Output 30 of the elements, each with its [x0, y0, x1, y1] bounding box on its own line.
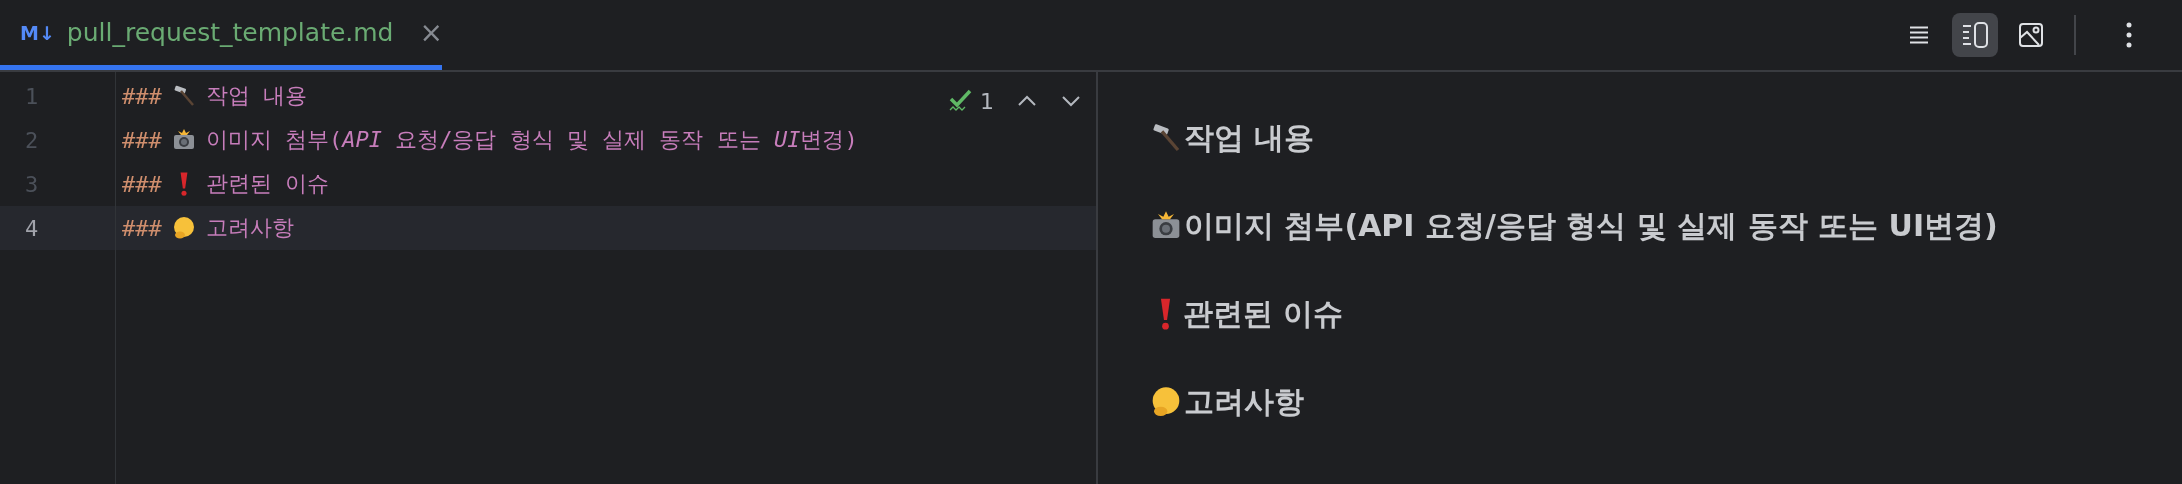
emoji-icon [171, 216, 196, 240]
exclamation-icon [179, 172, 188, 196]
preview-heading: 고려사항 [1184, 382, 1304, 421]
heading-text: 작업 내용 [205, 82, 307, 110]
heading-marker: ### [122, 83, 162, 109]
exclamation-icon [1160, 298, 1171, 330]
heading-marker: ### [122, 127, 162, 153]
emoji-icon [1150, 386, 1182, 418]
tab-title: pull_request_template.md [66, 18, 394, 47]
inspection-count: 1 [980, 88, 994, 114]
file-tab[interactable]: M↓ pull_request_template.md × [0, 0, 442, 70]
more-icon [2126, 22, 2132, 48]
heading-text: 관련된 이슈 [205, 170, 329, 198]
heading-text: 고려사항 [205, 214, 294, 242]
inspection-status[interactable]: 1 [948, 88, 994, 114]
heading-marker: ### [122, 215, 162, 241]
preview-heading: 관련된 이슈 [1183, 294, 1344, 333]
camera-icon [171, 128, 196, 152]
heading-marker: ### [122, 171, 162, 197]
split-view-button[interactable] [1952, 13, 1998, 57]
preview-heading: 이미지 첨부(API 요청/응답 형식 및 실제 동작 또는 UI변경) [1184, 206, 1998, 245]
image-icon [2019, 23, 2043, 47]
close-button[interactable]: × [419, 16, 443, 49]
line-number: 4 [25, 215, 39, 241]
heading-text: 이미지 첨부(API 요청/응답 형식 및 실제 동작 또는 UI변경) [205, 126, 858, 154]
lines-icon [1909, 26, 1929, 44]
markdown-label: M↓ [20, 21, 55, 44]
split-view-icon [1962, 22, 1988, 48]
preview-heading: 작업 내용 [1184, 118, 1315, 157]
hammer-icon [1150, 122, 1182, 154]
